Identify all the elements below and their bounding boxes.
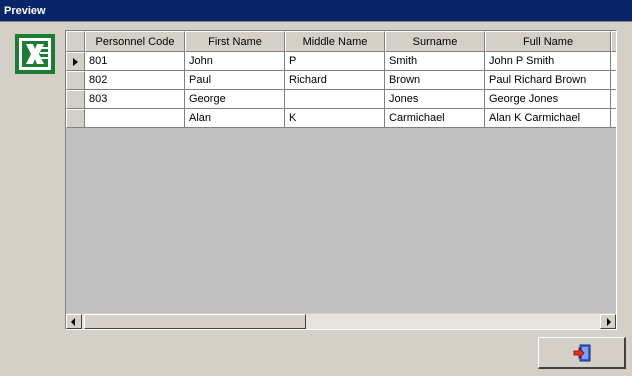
excel-icon xyxy=(15,34,55,74)
preview-window: Preview Personnel Code First Name Middle… xyxy=(0,0,632,376)
column-header-overflow xyxy=(611,31,616,52)
grid-cell[interactable]: Richard xyxy=(285,71,385,90)
exit-button[interactable] xyxy=(538,337,626,369)
row-selector[interactable] xyxy=(66,109,85,128)
grid-cell[interactable]: George xyxy=(185,90,285,109)
column-header-first-name[interactable]: First Name xyxy=(185,31,285,52)
scroll-left-arrow-icon xyxy=(71,318,75,326)
grid-cell[interactable] xyxy=(285,90,385,109)
scrollbar-thumb[interactable] xyxy=(84,314,306,329)
row-selector[interactable] xyxy=(66,52,85,71)
row-selector[interactable] xyxy=(66,71,85,90)
grid-cell[interactable]: K xyxy=(285,109,385,128)
scroll-left-button[interactable] xyxy=(66,314,82,329)
table-row[interactable]: 802 Paul Richard Brown Paul Richard Brow… xyxy=(66,71,616,90)
grid-cell[interactable]: George Jones xyxy=(485,90,611,109)
row-selector[interactable] xyxy=(66,90,85,109)
excel-export-button[interactable] xyxy=(14,33,56,75)
grid-cell xyxy=(611,109,616,128)
grid-cell[interactable]: John xyxy=(185,52,285,71)
column-header-surname[interactable]: Surname xyxy=(385,31,485,52)
grid-cell[interactable]: 803 xyxy=(85,90,185,109)
grid-cell[interactable]: Paul Richard Brown xyxy=(485,71,611,90)
grid-cell[interactable]: John P Smith xyxy=(485,52,611,71)
grid-cell[interactable]: Smith xyxy=(385,52,485,71)
column-header-middle-name[interactable]: Middle Name xyxy=(285,31,385,52)
exit-icon xyxy=(573,344,591,362)
grid-cell[interactable]: Jones xyxy=(385,90,485,109)
column-header-personnel-code[interactable]: Personnel Code xyxy=(85,31,185,52)
grid-cell xyxy=(611,52,616,71)
grid-cell[interactable]: 801 xyxy=(85,52,185,71)
grid-cell[interactable]: 802 xyxy=(85,71,185,90)
table-row[interactable]: 801 John P Smith John P Smith xyxy=(66,52,616,71)
grid-cell[interactable]: Alan K Carmichael xyxy=(485,109,611,128)
grid-cell[interactable]: P xyxy=(285,52,385,71)
current-row-arrow-icon xyxy=(73,58,78,66)
horizontal-scrollbar[interactable] xyxy=(66,313,616,329)
table-row[interactable]: Alan K Carmichael Alan K Carmichael xyxy=(66,109,616,128)
grid-header-row: Personnel Code First Name Middle Name Su… xyxy=(66,31,616,52)
grid-cell[interactable] xyxy=(85,109,185,128)
window-title: Preview xyxy=(0,0,632,22)
table-row[interactable]: 803 George Jones George Jones xyxy=(66,90,616,109)
column-header-full-name[interactable]: Full Name xyxy=(485,31,611,52)
grid-cell xyxy=(611,90,616,109)
grid-cell[interactable]: Paul xyxy=(185,71,285,90)
data-grid[interactable]: Personnel Code First Name Middle Name Su… xyxy=(65,30,617,330)
grid-cell[interactable]: Brown xyxy=(385,71,485,90)
header-corner xyxy=(66,31,85,52)
scroll-right-button[interactable] xyxy=(600,314,616,329)
scroll-right-arrow-icon xyxy=(607,318,611,326)
grid-cell[interactable]: Carmichael xyxy=(385,109,485,128)
grid-cell[interactable]: Alan xyxy=(185,109,285,128)
grid-cell xyxy=(611,71,616,90)
